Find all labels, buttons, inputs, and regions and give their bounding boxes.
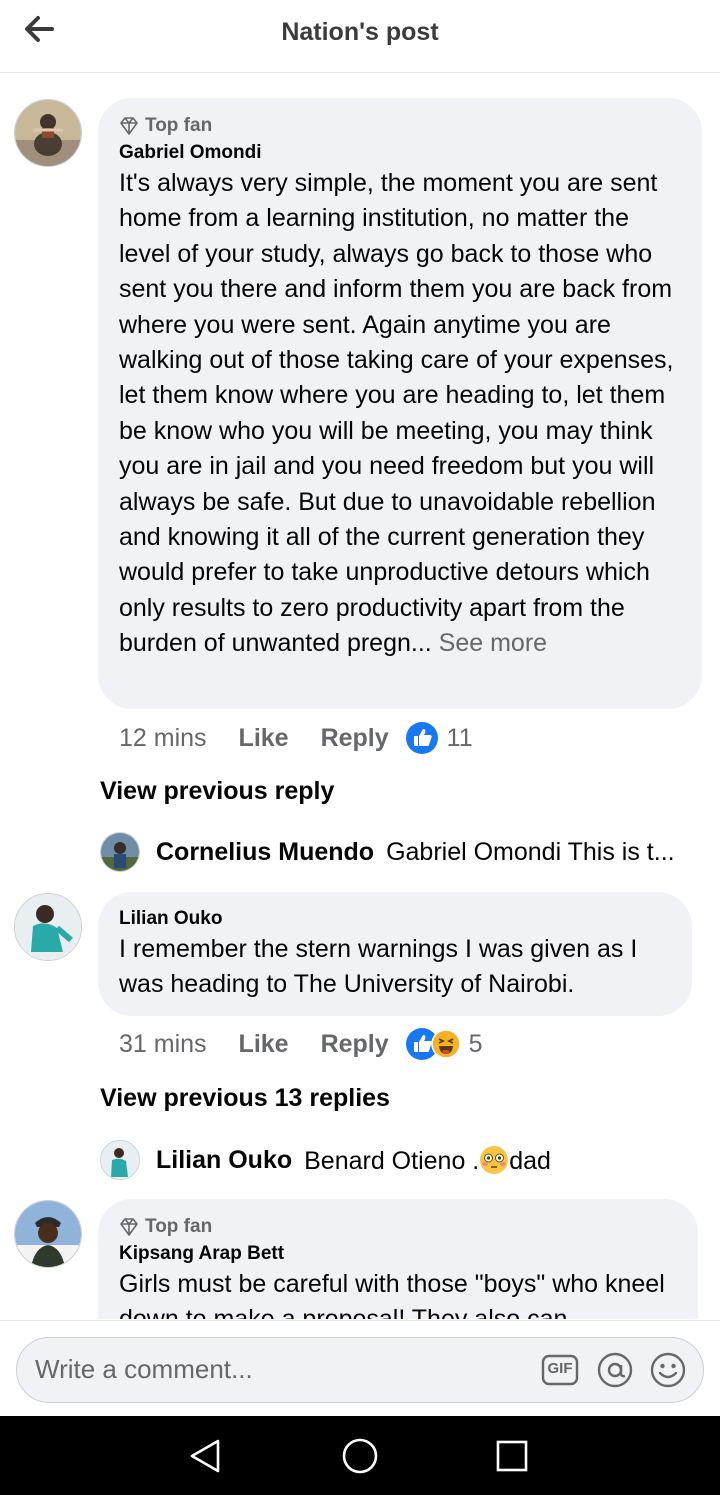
- view-previous-replies[interactable]: View previous 13 replies: [100, 1084, 390, 1113]
- view-previous-replies[interactable]: View previous reply: [100, 777, 334, 806]
- reply-author[interactable]: Lilian Ouko: [156, 1146, 292, 1175]
- commenter-name[interactable]: Lilian Ouko: [119, 906, 672, 932]
- avatar-image-icon: [15, 100, 81, 166]
- badge-label: Top fan: [145, 1216, 213, 1237]
- reply-text: Gabriel Omondi This is t...: [386, 837, 675, 866]
- comment-placeholder: Write a comment...: [35, 1354, 253, 1384]
- comment-text: It's always very simple, the moment you …: [119, 166, 682, 662]
- reaction-count: 11: [446, 723, 473, 752]
- comment-input[interactable]: Write a comment... GIF: [16, 1337, 704, 1403]
- avatar[interactable]: [14, 893, 82, 961]
- nav-back-button[interactable]: [186, 1438, 226, 1474]
- reply-button[interactable]: Reply: [321, 1030, 389, 1059]
- like-button[interactable]: Like: [239, 1030, 289, 1059]
- comment-actions: 31 mins Like Reply 5: [119, 1027, 483, 1061]
- comment-time: 31 mins: [119, 1029, 207, 1058]
- avatar[interactable]: [100, 832, 140, 872]
- comment-bubble[interactable]: Top fan Kipsang Arap Bett Girls must be …: [98, 1199, 698, 1319]
- reply-button[interactable]: Reply: [321, 724, 389, 753]
- top-bar: Nation's post: [0, 0, 720, 73]
- comment-text: Girls must be careful with those "boys" …: [119, 1270, 665, 1319]
- nav-recents-icon: [496, 1440, 528, 1472]
- at-icon: [597, 1352, 633, 1388]
- avatar-image-icon: [15, 894, 81, 960]
- mention-button[interactable]: [596, 1352, 634, 1388]
- diamond-icon: [120, 117, 138, 135]
- diamond-icon: [120, 1218, 138, 1236]
- reply-author[interactable]: Cornelius Muendo: [156, 838, 374, 867]
- emoji-button[interactable]: [650, 1352, 686, 1388]
- reactions-summary[interactable]: 5: [405, 1027, 483, 1061]
- reply-preview[interactable]: Cornelius Muendo Gabriel Omondi This is …: [100, 831, 675, 873]
- smiley-icon: [650, 1352, 686, 1388]
- page-title: Nation's post: [281, 18, 439, 46]
- reply-preview[interactable]: Lilian Ouko Benard Otieno . dad: [100, 1139, 551, 1181]
- like-reaction-icon: [405, 722, 438, 754]
- avatar[interactable]: [14, 99, 82, 167]
- flushed-emoji-icon: [480, 1145, 509, 1174]
- see-more-link[interactable]: See more: [432, 629, 547, 657]
- comment-composer: Write a comment... GIF: [0, 1320, 720, 1417]
- comments-list[interactable]: Top fan Gabriel Omondi It's always very …: [0, 73, 720, 1319]
- commenter-name[interactable]: Kipsang Arap Bett: [119, 1241, 678, 1267]
- top-fan-badge: Top fan: [119, 114, 682, 138]
- system-nav-bar: [0, 1416, 720, 1495]
- nav-home-icon: [342, 1438, 378, 1474]
- comment-bubble[interactable]: Lilian Ouko I remember the stern warning…: [98, 892, 692, 1016]
- nav-home-button[interactable]: [342, 1438, 378, 1474]
- commenter-name[interactable]: Gabriel Omondi: [119, 140, 682, 166]
- badge-label: Top fan: [145, 115, 213, 136]
- comment-body: It's always very simple, the moment you …: [119, 169, 674, 658]
- avatar-image-icon: [101, 1141, 139, 1179]
- avatar-image-icon: [101, 833, 139, 871]
- gif-button[interactable]: GIF: [541, 1353, 579, 1387]
- gif-label: GIF: [547, 1360, 573, 1377]
- reactions-summary[interactable]: 11: [405, 721, 473, 755]
- reaction-count: 5: [468, 1029, 483, 1058]
- like-button[interactable]: Like: [239, 724, 289, 753]
- comment-text: I remember the stern warnings I was give…: [119, 935, 638, 999]
- comment-time: 12 mins: [119, 723, 207, 752]
- reply-text: Benard Otieno . dad: [304, 1145, 551, 1176]
- comment-actions: 12 mins Like Reply 11: [119, 721, 473, 755]
- avatar-image-icon: [15, 1201, 81, 1267]
- reply-text-before: Benard Otieno .: [304, 1146, 480, 1175]
- top-fan-badge: Top fan: [119, 1215, 678, 1239]
- nav-recents-button[interactable]: [496, 1440, 528, 1472]
- avatar[interactable]: [100, 1140, 140, 1180]
- nav-back-icon: [190, 1439, 220, 1473]
- avatar[interactable]: [14, 1200, 82, 1268]
- comment-bubble[interactable]: Top fan Gabriel Omondi It's always very …: [98, 98, 702, 709]
- reply-text-after: dad: [509, 1146, 551, 1175]
- haha-reaction-icon: [430, 1029, 461, 1059]
